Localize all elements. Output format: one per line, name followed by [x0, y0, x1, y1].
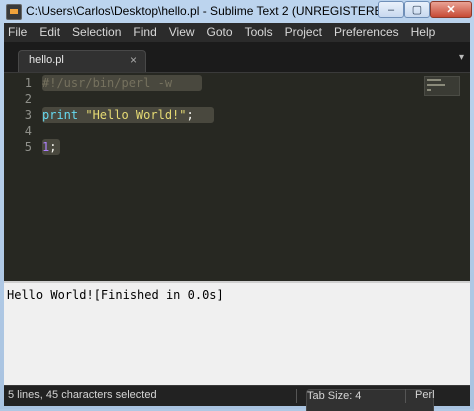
code-token: "Hello World!"	[85, 108, 187, 122]
line-number: 4	[24, 124, 32, 138]
menu-bar: File Edit Selection Find View Goto Tools…	[4, 23, 470, 42]
code-editor[interactable]: 1 2 3 4 5 #!/usr/bin/perl -w print "Hello…	[4, 73, 470, 281]
menu-file[interactable]: File	[4, 23, 33, 42]
code-line[interactable]: print "Hello World!";	[42, 107, 194, 123]
tab-label: hello.pl	[29, 54, 64, 66]
app-window: C:\Users\Carlos\Desktop\hello.pl - Subli…	[0, 0, 474, 411]
tab-hello-pl[interactable]: hello.pl ×	[18, 50, 146, 72]
menu-selection[interactable]: Selection	[66, 23, 127, 42]
menu-find[interactable]: Find	[127, 23, 162, 42]
code-line[interactable]: 1;	[42, 139, 56, 155]
tab-close-icon[interactable]: ×	[130, 53, 137, 67]
status-divider	[405, 389, 406, 403]
tab-strip: hello.pl × ▾	[4, 42, 470, 73]
code-area[interactable]: #!/usr/bin/perl -w print "Hello World!"; 1…	[42, 73, 414, 281]
menu-preferences[interactable]: Preferences	[328, 23, 405, 42]
window-title: C:\Users\Carlos\Desktop\hello.pl - Subli…	[26, 4, 396, 18]
line-number: 3	[24, 108, 32, 122]
title-bar: C:\Users\Carlos\Desktop\hello.pl - Subli…	[0, 0, 474, 22]
line-number: 5	[24, 140, 32, 154]
selection-status: 5 lines, 45 characters selected	[8, 389, 157, 401]
tab-list-chevron-down-icon[interactable]: ▾	[459, 52, 464, 63]
minimap[interactable]	[424, 76, 460, 96]
build-output-panel[interactable]: Hello World![Finished in 0.0s]	[4, 281, 470, 385]
build-output-text: Hello World![Finished in 0.0s]	[7, 288, 224, 302]
menu-tools[interactable]: Tools	[239, 23, 279, 42]
status-bar: 5 lines, 45 characters selected Tab Size…	[4, 385, 470, 411]
line-number: 1	[24, 76, 32, 90]
minimap-line	[427, 84, 445, 86]
menu-help[interactable]: Help	[405, 23, 442, 42]
menu-goto[interactable]: Goto	[201, 23, 239, 42]
code-token: #!/usr/bin/perl -w	[42, 76, 173, 90]
syntax-indicator[interactable]: Perl	[415, 389, 435, 401]
maximize-button[interactable]: ▢	[404, 1, 430, 18]
code-line[interactable]: #!/usr/bin/perl -w	[42, 75, 172, 91]
minimap-line	[427, 89, 431, 91]
menu-edit[interactable]: Edit	[33, 23, 66, 42]
menu-view[interactable]: View	[163, 23, 201, 42]
sublime-app-icon	[6, 4, 22, 20]
line-number: 2	[24, 92, 32, 106]
minimize-button[interactable]: –	[378, 1, 404, 18]
line-number-gutter: 1 2 3 4 5	[4, 73, 32, 281]
menu-project[interactable]: Project	[279, 23, 328, 42]
status-divider	[296, 389, 297, 403]
code-token: print	[42, 108, 79, 122]
client-area: File Edit Selection Find View Goto Tools…	[4, 23, 470, 411]
code-token: ;	[49, 140, 57, 154]
minimap-line	[427, 79, 441, 81]
close-button[interactable]: ✕	[430, 1, 472, 18]
code-token: ;	[186, 108, 194, 122]
